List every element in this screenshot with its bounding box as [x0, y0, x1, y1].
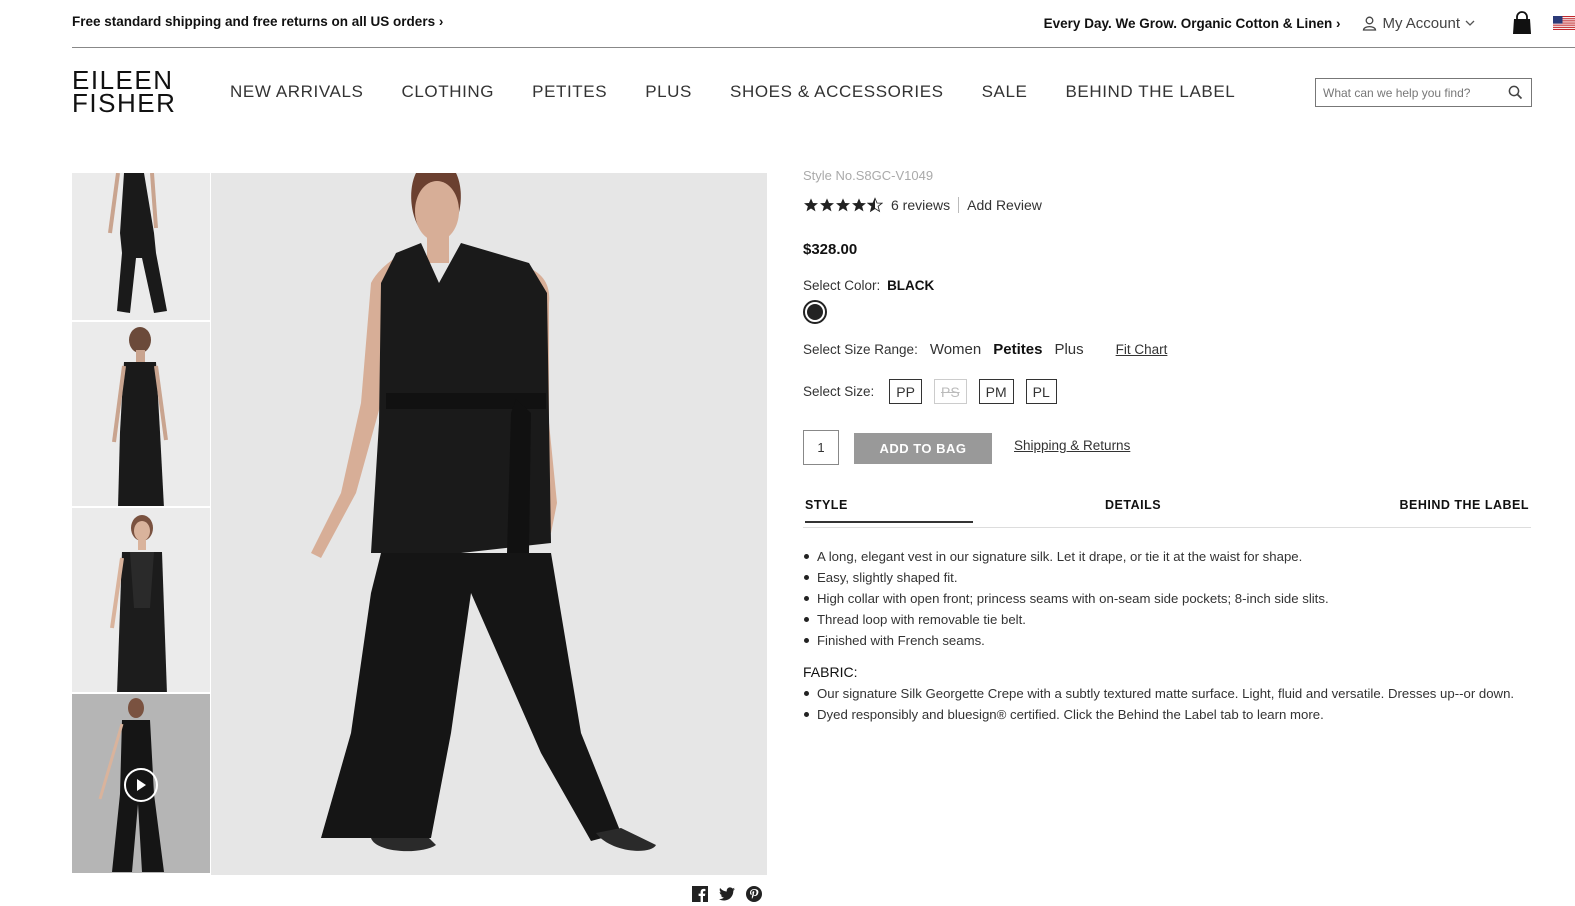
style-number: Style No.S8GC-V1049 [803, 168, 934, 183]
select-size-label: Select Size: [803, 384, 875, 399]
nav-new-arrivals[interactable]: NEW ARRIVALS [230, 82, 363, 102]
size-range-plus[interactable]: Plus [1054, 341, 1083, 358]
pinterest-icon[interactable] [746, 886, 762, 902]
shipping-returns-link[interactable]: Shipping & Returns [1014, 438, 1130, 453]
quantity-input[interactable]: 1 [803, 430, 839, 465]
star-icon [804, 198, 818, 212]
size-option-pl[interactable]: PL [1025, 379, 1057, 404]
select-color-label: Select Color: [803, 278, 881, 293]
my-account-menu[interactable]: My Account [1362, 15, 1481, 32]
tagline-link[interactable]: Every Day. We Grow. Organic Cotton & Lin… [1044, 16, 1341, 31]
tab-details[interactable]: DETAILS [1105, 498, 1161, 512]
feature-item: Finished with French seams. [803, 630, 1531, 651]
my-account-label: My Account [1382, 14, 1460, 32]
user-icon [1363, 16, 1377, 31]
feature-item: High collar with open front; princess se… [803, 588, 1531, 609]
search-icon[interactable] [1508, 85, 1523, 105]
rating-row: 6 reviews Add Review [803, 197, 1042, 213]
selected-color-value: BLACK [887, 278, 935, 293]
tab-style[interactable]: STYLE [805, 498, 973, 523]
play-icon [137, 779, 146, 791]
search-input[interactable] [1316, 79, 1496, 106]
fabric-list: Our signature Silk Georgette Crepe with … [803, 683, 1531, 725]
fit-chart-link[interactable]: Fit Chart [1116, 342, 1168, 357]
shipping-promo-link[interactable]: Free standard shipping and free returns … [72, 14, 443, 29]
nav-plus[interactable]: PLUS [645, 82, 692, 102]
top-right-utilities: Every Day. We Grow. Organic Cotton & Lin… [1044, 8, 1575, 38]
thumbnail-video[interactable] [72, 694, 210, 875]
fabric-item: Our signature Silk Georgette Crepe with … [803, 683, 1531, 704]
feature-item: Easy, slightly shaped fit. [803, 567, 1531, 588]
thumbnail-list [72, 173, 210, 875]
thumbnail-side-view[interactable] [72, 508, 210, 694]
star-icon [852, 198, 866, 212]
star-icon [820, 198, 834, 212]
fabric-heading: FABRIC: [803, 664, 858, 680]
chevron-down-icon [1465, 20, 1475, 26]
feature-list: A long, elegant vest in our signature si… [803, 546, 1531, 651]
nav-behind-the-label[interactable]: BEHIND THE LABEL [1065, 82, 1235, 102]
thumbnail-back-view[interactable] [72, 322, 210, 508]
size-option-pm[interactable]: PM [978, 379, 1014, 404]
product-price: $328.00 [803, 241, 858, 258]
add-review-link[interactable]: Add Review [967, 197, 1042, 213]
tab-behind-the-label[interactable]: BEHIND THE LABEL [1399, 498, 1529, 512]
feature-item: Thread loop with removable tie belt. [803, 609, 1531, 630]
search-box [1315, 78, 1532, 107]
facebook-icon[interactable] [692, 886, 708, 902]
social-share [692, 886, 762, 902]
size-range-women[interactable]: Women [930, 341, 981, 358]
nav-shoes-accessories[interactable]: SHOES & ACCESSORIES [730, 82, 944, 102]
add-to-bag-button[interactable]: ADD TO BAG [854, 433, 992, 464]
shopping-bag-icon[interactable] [1511, 11, 1533, 35]
nav-petites[interactable]: PETITES [532, 82, 607, 102]
eileen-fisher-logo[interactable]: EILEEN FISHER [72, 67, 177, 118]
style-description: A long, elegant vest in our signature si… [803, 546, 1531, 725]
play-video-button[interactable] [124, 768, 158, 802]
color-swatch-black[interactable] [803, 300, 827, 324]
size-range-petites[interactable]: Petites [993, 341, 1042, 358]
half-star-icon [867, 197, 883, 213]
size-selector: Select Size: PP PS PM PL [803, 379, 1069, 404]
product-tabs: STYLE DETAILS BEHIND THE LABEL [803, 491, 1531, 528]
main-product-image[interactable] [211, 173, 767, 875]
thumbnail-front-crop[interactable] [72, 173, 210, 322]
size-option-ps[interactable]: PS [933, 379, 967, 404]
logo-line-2: FISHER [72, 88, 177, 118]
select-size-range-label: Select Size Range: [803, 342, 918, 357]
star-icon [836, 198, 850, 212]
star-rating[interactable] [803, 197, 883, 213]
nav-sale[interactable]: SALE [982, 82, 1028, 102]
reviews-count-link[interactable]: 6 reviews [891, 197, 960, 213]
main-nav: NEW ARRIVALS CLOTHING PETITES PLUS SHOES… [230, 82, 1273, 102]
color-selector-label: Select Color: BLACK [803, 278, 934, 293]
twitter-icon[interactable] [718, 886, 736, 902]
nav-clothing[interactable]: CLOTHING [401, 82, 494, 102]
us-flag-icon[interactable] [1553, 16, 1575, 30]
feature-item: A long, elegant vest in our signature si… [803, 546, 1531, 567]
size-option-pp[interactable]: PP [889, 379, 922, 404]
size-range-selector: Select Size Range: Women Petites Plus Fi… [803, 341, 1167, 358]
fabric-item: Dyed responsibly and bluesign® certified… [803, 704, 1531, 725]
top-bar: Free standard shipping and free returns … [72, 0, 1575, 48]
